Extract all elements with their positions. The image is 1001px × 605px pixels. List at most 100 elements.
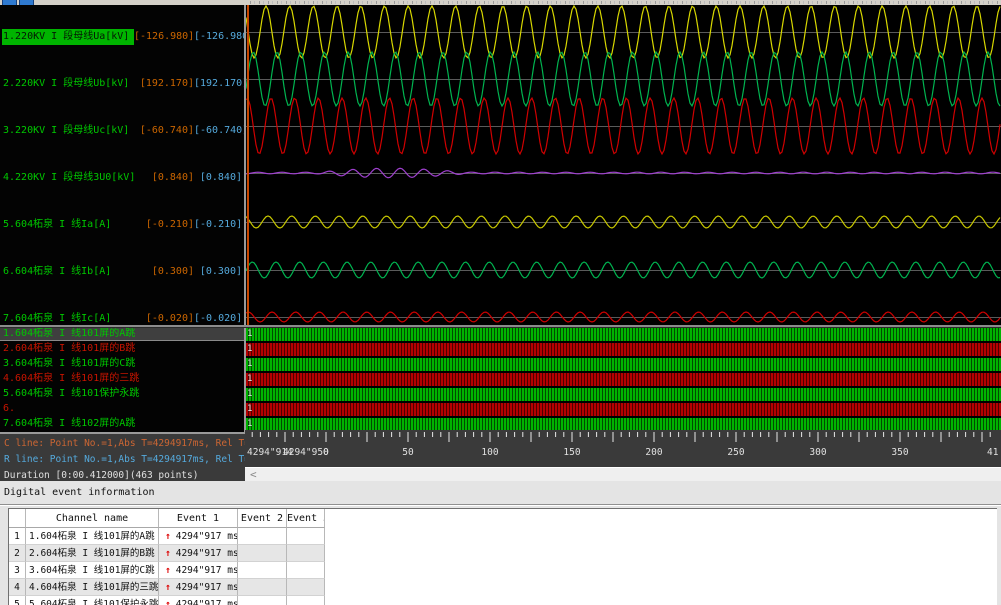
digital-state-value: 1 [247,373,252,386]
digital-channel-row-5[interactable]: 5.604柘泉 I 线101保护永跳 [0,387,244,400]
event-3-cell [287,579,325,596]
event-3-cell [287,562,325,579]
digital-state-value: 1 [247,388,252,401]
instant-value: [-126.980] [134,30,194,44]
section-divider [0,504,1001,506]
digital-bar-7[interactable]: 1 [246,418,1001,430]
event-table-row-2[interactable]: 22.604柘泉 I 线101屏的B跳 ↑ 4294"917 ms [9,545,325,562]
digital-state-value: 1 [247,343,252,356]
rising-edge-icon: ↑ [165,562,171,579]
digital-channel-row-7[interactable]: 7.604柘泉 I 线102屏的A跳 [0,417,244,430]
event-1-cell: ↑ 4294"917 ms [159,528,238,545]
digital-bar-1[interactable]: 1 [246,328,1001,341]
digital-bar-6[interactable]: 1 [246,403,1001,416]
analog-channel-row-4[interactable]: 4.220KV I 段母线3U0[kV][0.840][0.840] [0,171,244,185]
ruler-label: 100 [481,447,498,458]
ruler-label: 350 [891,447,908,458]
time-ruler-strip[interactable]: 4294"9144294"95005010015020025030035041 [245,430,1001,467]
analog-channel-row-6[interactable]: 6.604柘泉 I 线Ib[A][0.300][0.300] [0,265,244,279]
event-1-cell: ↑ 4294"917 ms [159,579,238,596]
header-event-1: Event 1 [159,509,238,528]
event-table-row-3[interactable]: 33.604柘泉 I 线101屏的C跳↑4294"917 ms [9,562,325,579]
analog-channel-row-5[interactable]: 5.604柘泉 I 线Ia[A][-0.210][-0.210] [0,218,244,232]
event-1-time: 4294"917 ms [176,545,238,562]
section-title: Digital event information [4,487,155,498]
analog-channel-label: 7.604柘泉 I 线Ic[A] [0,312,134,326]
digital-channel-row-6[interactable]: 6. [0,402,244,415]
cursor-value: [192.170] [194,77,244,91]
digital-state-value: 1 [247,358,252,371]
event-1-cell: ↑ 4294"917 ms [159,562,238,579]
horizontal-scrollbar[interactable]: < [245,467,1001,481]
header-event-3: Event 3 [287,509,325,528]
event-3-cell [287,528,325,545]
ruler-label: 50 [402,447,414,458]
digital-bar-4[interactable]: 1 [246,373,1001,386]
fault-recorder-window: 1.220KV I 段母线Ua[kV][-126.980][-126.980]2… [0,0,1001,605]
event-channel-name: 2.604柘泉 I 线101屏的B跳 [26,545,159,562]
ruler-label: 41 [987,447,999,458]
event-1-cell: ↑ 4294"917 ms [159,545,238,562]
ruler-label: 0 [323,447,329,458]
row-number: 3 [9,562,26,579]
digital-event-section: Digital event information Channel name E… [0,481,1001,605]
analog-channel-row-3[interactable]: 3.220KV I 段母线Uc[kV][-60.740][-60.740] [0,124,244,138]
r-cursor-status: R line: Point No.=1,Abs T=4294917ms, Rel… [4,452,245,468]
rising-edge-icon: ↑ [165,528,171,545]
digital-channel-row-2[interactable]: 2.604柘泉 I 线101屏的B跳 [0,342,244,355]
event-channel-name: 5.604柘泉 I 线101保护永跳 [26,596,159,605]
event-channel-name: 1.604柘泉 I 线101屏的A跳 [26,528,159,545]
instant-value: [0.840] [134,171,194,185]
analog-channel-row-1[interactable]: 1.220KV I 段母线Ua[kV][-126.980][-126.980] [0,30,244,44]
instant-value: [-0.210] [134,218,194,232]
analog-channel-label: 5.604柘泉 I 线Ia[A] [0,218,134,232]
event-table-row-5[interactable]: 55.604柘泉 I 线101保护永跳 ↑ 4294"917 ms [9,596,325,605]
header-row-number [9,509,26,528]
digital-channel-row-4[interactable]: 4.604柘泉 I 线101屏的三跳 [0,372,244,385]
digital-bar-5[interactable]: 1 [246,388,1001,401]
instant-value: [-60.740] [134,124,194,138]
digital-bar-3[interactable]: 1 [246,358,1001,371]
analog-channel-label: 2.220KV I 段母线Ub[kV] [0,77,134,91]
event-2-cell [238,562,287,579]
digital-channel-row-3[interactable]: 3.604柘泉 I 线101屏的C跳 [0,357,244,370]
event-1-time: 4294"917 ms [176,562,238,579]
row-number: 2 [9,545,26,562]
event-1-time: 4294"917 ms [176,596,238,605]
cursor-value: [-60.740] [194,124,244,138]
digital-bar-2[interactable]: 1 [246,343,1001,356]
header-channel-name: Channel name [26,509,159,528]
channel-label-panel: 1.220KV I 段母线Ua[kV][-126.980][-126.980]2… [0,5,244,432]
rising-edge-icon: ↑ [165,596,171,605]
event-1-time: 4294"917 ms [176,579,238,596]
digital-channel-row-1[interactable]: 1.604柘泉 I 线101屏的A跳 [0,327,244,341]
event-3-cell [287,596,325,605]
cursor-value: [0.300] [194,265,244,279]
cursor-status-panel: C line: Point No.=1,Abs T=4294917ms, Rel… [0,432,245,484]
analog-channel-row-7[interactable]: 7.604柘泉 I 线Ic[A][-0.020][-0.020] [0,312,244,326]
ruler-label: 200 [645,447,662,458]
cursor-value: [-0.020] [194,312,244,326]
digital-waveform-panel[interactable]: 1 1 1 1 1 1 1 [246,328,1001,430]
analog-channel-label: 1.220KV I 段母线Ua[kV] [0,29,134,45]
event-table-row-1[interactable]: 11.604柘泉 I 线101屏的A跳↑4294"917 ms [9,528,325,545]
instant-value: [0.300] [134,265,194,279]
event-table-body: 11.604柘泉 I 线101屏的A跳↑4294"917 ms22.604柘泉 … [9,528,997,605]
analog-channel-label: 4.220KV I 段母线3U0[kV] [0,171,134,185]
analog-channel-label: 6.604柘泉 I 线Ib[A] [0,265,134,279]
row-number: 5 [9,596,26,605]
analog-waveform-panel[interactable] [246,5,1001,325]
event-1-time: 4294"917 ms [176,528,238,545]
instant-value: [-0.020] [134,312,194,326]
cursor-value: [0.840] [194,171,244,185]
rising-edge-icon: ↑ [165,579,171,596]
instant-value: [192.170] [134,77,194,91]
scroll-left-icon[interactable]: < [250,468,257,481]
cursor-value: [-0.210] [194,218,244,232]
analog-channel-label: 3.220KV I 段母线Uc[kV] [0,124,134,138]
digital-state-value: 1 [247,403,252,416]
event-table-row-4[interactable]: 44.604柘泉 I 线101屏的三跳↑4294"917 ms [9,579,325,596]
cursor-value: [-126.980] [194,30,244,44]
analog-channel-row-2[interactable]: 2.220KV I 段母线Ub[kV][192.170][192.170] [0,77,244,91]
rising-edge-icon: ↑ [165,545,171,562]
